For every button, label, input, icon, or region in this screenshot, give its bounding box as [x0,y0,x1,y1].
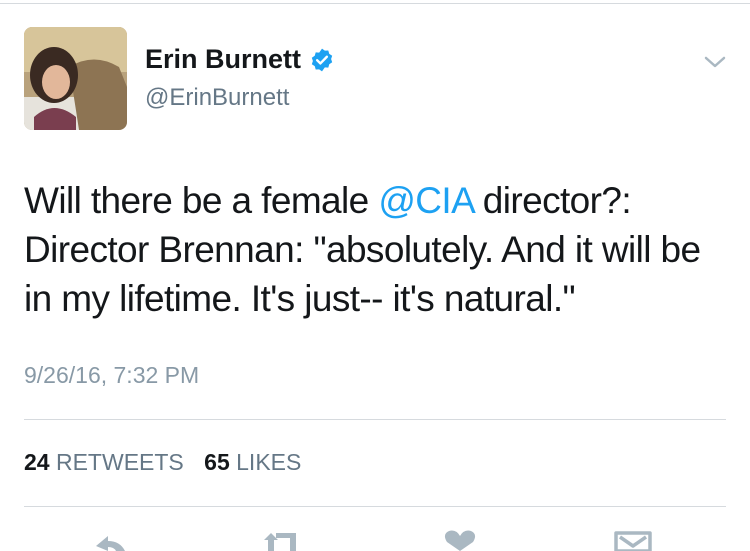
verified-badge-icon [311,48,333,71]
divider-above-actions [24,506,726,507]
retweets-count[interactable]: 24 [24,449,50,475]
avatar[interactable] [24,27,127,130]
envelope-icon[interactable] [614,530,652,551]
engagement-stats: 24 RETWEETS 65 LIKES [24,449,315,476]
retweet-icon[interactable] [262,530,308,551]
chevron-down-icon[interactable] [703,52,727,72]
author-display-name[interactable]: Erin Burnett [145,44,301,75]
author-name-row[interactable]: Erin Burnett [145,44,335,75]
likes-label[interactable]: LIKES [236,449,301,475]
tweet-timestamp[interactable]: 9/26/16, 7:32 PM [24,362,199,389]
likes-count[interactable]: 65 [204,449,230,475]
action-bar [0,530,750,551]
tweet-text-part-1: Will there be a female [24,180,379,221]
top-divider [0,0,750,4]
divider-above-stats [24,419,726,420]
mention-link[interactable]: @CIA [378,180,473,221]
retweets-label[interactable]: RETWEETS [56,449,184,475]
author-handle[interactable]: @ErinBurnett [145,84,289,112]
tweet-text: Will there be a female @CIA director?: D… [24,176,734,323]
reply-icon[interactable] [92,530,128,551]
heart-icon[interactable] [443,530,477,551]
